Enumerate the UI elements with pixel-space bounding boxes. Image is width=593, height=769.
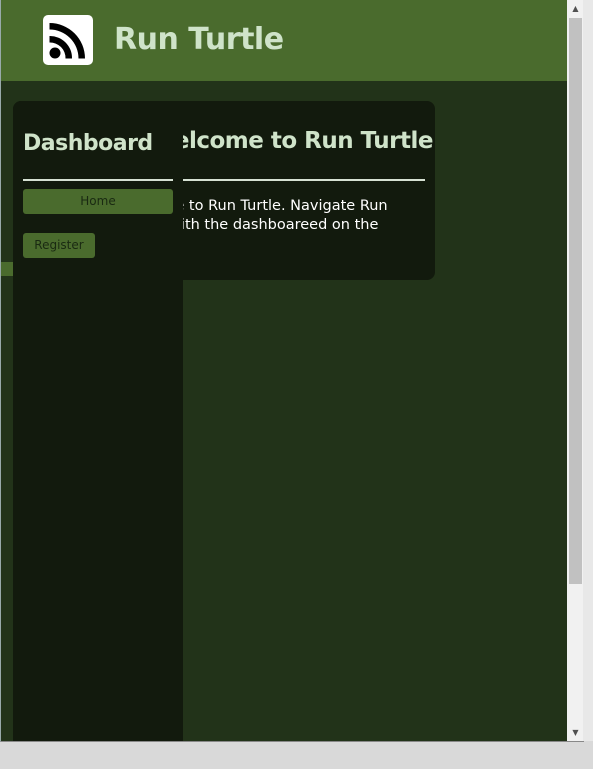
vertical-scrollbar[interactable]: ▲ ▼ xyxy=(567,0,584,741)
rss-icon[interactable] xyxy=(43,15,93,65)
title-divider xyxy=(173,179,425,181)
sidebar-divider xyxy=(23,179,173,181)
scroll-down-icon[interactable]: ▼ xyxy=(567,724,584,741)
site-header: Run Turtle xyxy=(1,0,568,81)
home-button[interactable]: Home xyxy=(23,189,173,214)
page-title: Welcome to Run Turtle xyxy=(183,128,433,154)
browser-viewport: Run Turtle Welcome to Run Turtle Welcome… xyxy=(0,0,584,742)
dashboard-sidebar: Dashboard Home Register xyxy=(13,101,183,741)
register-button[interactable]: Register xyxy=(23,233,95,258)
welcome-text-line: Welcome to Run Turtle. Navigate Run xyxy=(177,198,388,214)
scroll-thumb[interactable] xyxy=(569,18,582,584)
site-title: Run Turtle xyxy=(114,22,284,57)
welcome-text-clip: Welcome to Run Turtle. Navigate Run Turt… xyxy=(177,190,427,240)
sidebar-title: Dashboard xyxy=(23,131,153,156)
background-strip xyxy=(1,262,13,276)
welcome-text-line: Turtle with the dashboareed on the xyxy=(177,217,379,233)
scroll-up-icon[interactable]: ▲ xyxy=(567,0,584,17)
window-edge xyxy=(583,0,593,741)
